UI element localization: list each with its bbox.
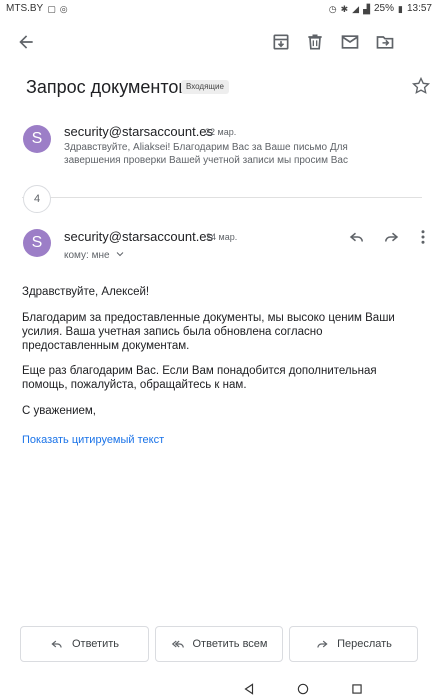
star-icon[interactable]	[411, 76, 431, 96]
back-arrow-icon[interactable]	[12, 28, 40, 56]
reply-all-icon	[171, 640, 184, 648]
clock: 13:57	[406, 3, 432, 14]
delete-icon[interactable]	[301, 28, 329, 56]
nav-home-icon[interactable]	[296, 682, 310, 696]
forward-icon[interactable]	[380, 226, 402, 248]
message-date: 24 мар.	[206, 232, 238, 242]
signal-icon: ▟	[363, 3, 370, 14]
message-snippet: Здравствуйте, Aliaksei! Благодарим Вас з…	[64, 142, 348, 166]
forward-icon	[317, 640, 328, 648]
alarm-icon: ◷	[328, 3, 337, 14]
chevron-down-icon[interactable]	[114, 248, 126, 263]
sender-email: security@starsaccount.es	[64, 124, 214, 139]
closing: С уважением,	[22, 405, 96, 417]
recipient-line[interactable]: кому: мне	[64, 248, 126, 263]
collapsed-divider	[22, 197, 422, 198]
recipient-label: кому: мне	[64, 250, 110, 261]
body-paragraph-1: Благодарим за предоставленные документы,…	[22, 312, 395, 352]
reply-all-button[interactable]: Ответить всем	[155, 626, 283, 662]
mark-unread-icon[interactable]	[336, 28, 364, 56]
reply-icon	[51, 640, 62, 648]
message-date: 22 мар.	[205, 127, 237, 137]
greeting: Здравствуйте, Алексей!	[22, 286, 150, 298]
battery-icon: ▮	[398, 3, 403, 14]
sender-avatar: S	[23, 125, 51, 153]
nav-back-icon[interactable]	[242, 682, 256, 696]
wifi-icon: ◢	[352, 3, 360, 14]
status-bar: MTS.BY ▢ ◎ ◷ ✱ ◢ ▟ 25% ▮ 13:57	[0, 0, 438, 18]
reply-button-label: Ответить	[71, 638, 120, 650]
toolbar	[0, 22, 438, 62]
viber-icon: ◎	[59, 3, 68, 14]
move-to-icon[interactable]	[371, 28, 399, 56]
bluetooth-icon: ✱	[340, 3, 349, 14]
forward-button[interactable]: Переслать	[289, 626, 418, 662]
email-subject: Запрос документов	[26, 77, 188, 97]
sender-avatar: S	[23, 229, 51, 257]
more-vert-icon[interactable]	[412, 226, 434, 248]
battery-percent: 25%	[374, 3, 395, 14]
reply-all-button-label: Ответить всем	[192, 638, 268, 650]
reply-button[interactable]: Ответить	[20, 626, 149, 662]
reply-icon[interactable]	[346, 226, 368, 248]
sender-email: security@starsaccount.es	[64, 229, 214, 244]
show-quoted-text-link[interactable]: Показать цитируемый текст	[22, 434, 164, 446]
carrier-label: MTS.BY	[6, 3, 44, 14]
body-paragraph-2: Еще раз благодарим Вас. Если Вам понадоб…	[22, 365, 377, 391]
inbox-label-chip[interactable]: Входящие	[181, 80, 229, 94]
sim-icon: ▢	[47, 3, 56, 14]
forward-button-label: Переслать	[337, 638, 392, 650]
nav-recents-icon[interactable]	[350, 682, 364, 696]
archive-icon[interactable]	[267, 28, 295, 56]
hidden-messages-count[interactable]: 4	[23, 185, 51, 213]
navigation-bar	[0, 676, 438, 700]
